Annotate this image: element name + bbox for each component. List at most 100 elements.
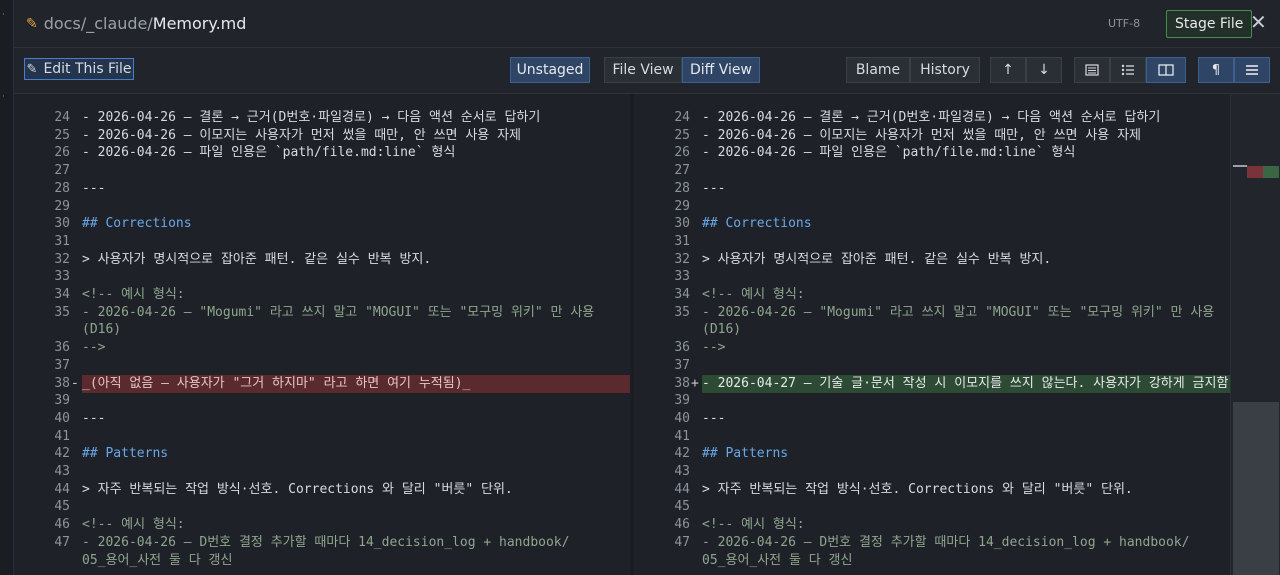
code-line: 45 [634,498,1230,516]
code-line: 38 _(아직 없음 — 사용자가 "그거 하지마" 라고 하면 여기 누적됨)_… [14,374,630,393]
diff-editor: 24 - 2026-04-26 — 결론 → 근거(D번호·파일경로) → 다음 … [14,94,1280,575]
line-number: 29 [54,198,70,214]
line-text[interactable]: > 자주 반복되는 작업 방식·선호. Corrections 와 달리 "버릇… [702,481,1230,499]
line-text[interactable]: ## Patterns [82,445,630,463]
code-line: 28 --- [14,180,630,198]
line-text[interactable]: - 2026-04-26 — 이모지는 사용자가 먼저 썼을 때만, 안 쓰면 … [82,127,630,145]
file-view-tab[interactable]: File View [604,57,682,83]
pencil-icon: ✎ [26,15,38,32]
removed-marker: - [71,375,79,391]
line-text[interactable]: > 사용자가 명시적으로 잡아준 패턴. 같은 실수 반복 방지. [702,251,1230,269]
line-number: 37 [674,357,690,373]
line-text[interactable]: - 2026-04-26 — D번호 결정 추가할 때마다 14_decisio… [82,534,630,552]
line-text[interactable]: <!-- 예시 형식: [702,286,1230,304]
minimap-viewport-marker [1233,165,1247,167]
next-change-button[interactable]: ↓ [1026,57,1062,83]
line-text[interactable]: - 2026-04-26 — 결론 → 근거(D번호·파일경로) → 다음 액션… [702,109,1230,127]
code-line: 27 [634,162,1230,180]
encoding-label[interactable]: UTF-8 [1108,17,1140,30]
line-number: 34 [54,287,70,302]
line-text[interactable]: (D16) [82,321,630,339]
line-text[interactable]: - 2026-04-26 — 이모지는 사용자가 먼저 썼을 때만, 안 쓰면 … [702,127,1230,145]
line-text[interactable]: <!-- 예시 형식: [702,516,1230,534]
line-number: 30 [54,216,70,232]
line-text[interactable]: - 2026-04-27 — 기술 글·문서 작성 시 이모지를 쓰지 않는다.… [702,374,1230,393]
line-number: 35 [674,304,690,320]
line-text[interactable]: 05_용어_사전 둘 다 갱신 [82,552,630,570]
line-text[interactable]: - 2026-04-26 — 결론 → 근거(D번호·파일경로) → 다음 액션… [82,109,630,127]
edit-this-file-button[interactable]: ✎ Edit This File [24,58,134,80]
line-number: 46 [54,517,70,533]
minimap-removed-marker [1247,166,1263,178]
line-text[interactable]: ## Corrections [702,215,1230,233]
code-line: 26 - 2026-04-26 — 파일 인용은 `path/file.md:li… [634,144,1230,162]
line-text[interactable]: - 2026-04-26 — D번호 결정 추가할 때마다 14_decisio… [702,534,1230,552]
code-line: 34 <!-- 예시 형식: [634,286,1230,304]
line-number: 31 [54,233,70,249]
line-text[interactable]: > 사용자가 명시적으로 잡아준 패턴. 같은 실수 반복 방지. [82,251,630,269]
code-line: 46 <!-- 예시 형식: [14,516,630,534]
outline-view-button[interactable] [1074,57,1110,83]
code-line: 36 --> [14,339,630,357]
code-line: 24 - 2026-04-26 — 결론 → 근거(D번호·파일경로) → 다음 … [14,109,630,127]
modified-pane[interactable]: 24 - 2026-04-26 — 결론 → 근거(D번호·파일경로) → 다음 … [634,94,1230,575]
unstaged-button[interactable]: Unstaged [510,57,590,83]
code-line: 40 --- [14,410,630,428]
line-number: 39 [674,393,690,409]
line-number: 25 [54,127,70,143]
code-line: 42 ## Patterns [634,445,1230,463]
code-line: 43 [634,463,1230,481]
line-number: 33 [674,269,690,285]
line-number: 25 [674,127,690,143]
line-number: 31 [674,233,690,249]
original-pane[interactable]: 24 - 2026-04-26 — 결론 → 근거(D번호·파일경로) → 다음 … [14,94,630,575]
line-number: 46 [674,517,690,533]
line-text[interactable]: --> [702,339,1230,357]
code-line: 34 <!-- 예시 형식: [14,286,630,304]
line-text[interactable]: - 2026-04-26 — "Mogumi" 라고 쓰지 말고 "MOGUI"… [82,304,630,322]
line-text[interactable]: 05_용어_사전 둘 다 갱신 [702,552,1230,570]
line-text[interactable]: - 2026-04-26 — 파일 인용은 `path/file.md:line… [702,144,1230,162]
stage-file-button[interactable]: Stage File [1166,10,1253,38]
list-view-button[interactable] [1110,57,1146,83]
line-text[interactable]: > 자주 반복되는 작업 방식·선호. Corrections 와 달리 "버릇… [82,481,630,499]
blame-button[interactable]: Blame [846,57,910,83]
history-button[interactable]: History [910,57,980,83]
line-text[interactable]: --- [82,180,630,198]
line-text[interactable]: (D16) [702,321,1230,339]
line-text[interactable]: --- [82,410,630,428]
split-view-button[interactable] [1146,57,1186,83]
code-line: 47 - 2026-04-26 — D번호 결정 추가할 때마다 14_decis… [634,534,1230,552]
close-icon[interactable]: ✕ [1250,10,1267,34]
line-text[interactable]: ## Corrections [82,215,630,233]
minimap-scroll-thumb[interactable] [1233,402,1279,575]
line-text[interactable]: <!-- 예시 형식: [82,516,630,534]
line-number: 37 [54,357,70,373]
line-text[interactable]: ## Patterns [702,445,1230,463]
code-line: 39 [634,392,1230,410]
diff-view-tab[interactable]: Diff View [682,57,760,83]
title-bar: ✎ docs/_claude/ Memory.md UTF-8 Stage Fi… [14,0,1280,48]
diff-minimap[interactable] [1230,94,1280,575]
line-text[interactable]: - 2026-04-26 — "Mogumi" 라고 쓰지 말고 "MOGUI"… [702,304,1230,322]
line-text[interactable]: <!-- 예시 형식: [82,286,630,304]
hamburger-icon [1246,65,1258,75]
line-text[interactable]: - 2026-04-26 — 파일 인용은 `path/file.md:line… [82,144,630,162]
line-text[interactable]: _(아직 없음 — 사용자가 "그거 하지마" 라고 하면 여기 누적됨)_ [82,374,630,393]
line-text[interactable]: --- [702,180,1230,198]
line-number: 27 [54,163,70,179]
split-view-icon [1158,64,1174,76]
code-line: 32 > 사용자가 명시적으로 잡아준 패턴. 같은 실수 반복 방지. [14,251,630,269]
edit-label: Edit This File [43,61,132,77]
code-line: 41 [634,428,1230,446]
line-text[interactable]: --> [82,339,630,357]
menu-button[interactable] [1234,57,1270,83]
previous-change-button[interactable]: ↑ [990,57,1026,83]
added-marker: + [691,375,699,391]
line-number: 32 [674,251,690,267]
line-text[interactable]: --- [702,410,1230,428]
code-line: 36 --> [634,339,1230,357]
line-number: 35 [54,304,70,320]
line-number: 41 [54,428,70,444]
show-whitespace-button[interactable]: ¶ [1198,57,1234,83]
